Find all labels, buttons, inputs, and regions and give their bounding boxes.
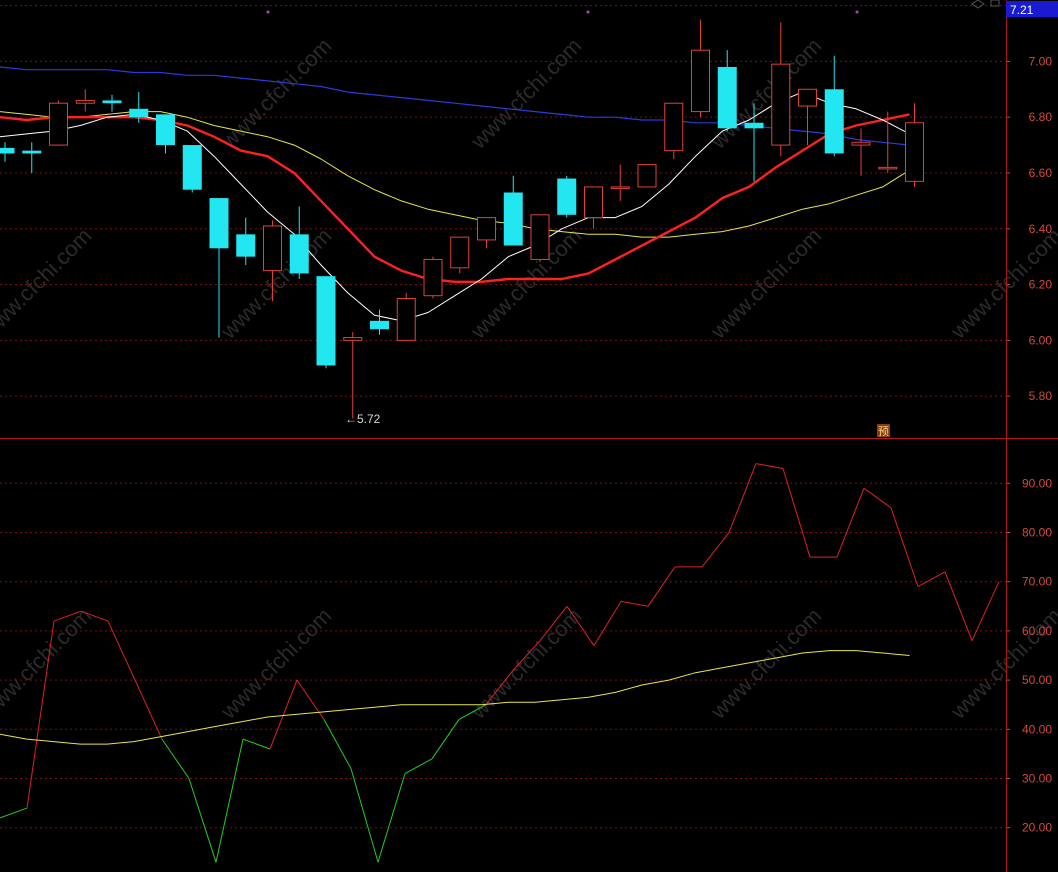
rsi-segment bbox=[620, 600, 649, 607]
rsi-segment bbox=[917, 571, 946, 588]
candle-body bbox=[102, 100, 122, 104]
candle-body bbox=[503, 192, 523, 246]
candle-body bbox=[49, 102, 68, 146]
candle-body bbox=[263, 225, 282, 272]
indicator-axis-label: 20.00 bbox=[1022, 821, 1052, 835]
candle-body bbox=[450, 236, 470, 269]
rsi-segment bbox=[0, 807, 28, 819]
rsi-segment bbox=[188, 778, 217, 863]
rsi-segment bbox=[890, 507, 919, 587]
price-axis-label: 5.80 bbox=[1029, 389, 1053, 403]
candle-body bbox=[557, 178, 577, 215]
indicator-axis-label: 80.00 bbox=[1022, 525, 1052, 539]
candle-body bbox=[182, 145, 202, 190]
candle-body bbox=[22, 150, 42, 154]
indicator-axis-label: 50.00 bbox=[1022, 673, 1052, 687]
candle-body bbox=[0, 147, 15, 154]
candle-body bbox=[771, 63, 791, 146]
candle-body bbox=[209, 198, 229, 249]
rsi-segment bbox=[755, 463, 784, 470]
candle-body bbox=[905, 122, 924, 182]
candle-body bbox=[396, 298, 416, 341]
candle-body bbox=[343, 337, 363, 341]
diamond-icon[interactable] bbox=[971, 0, 985, 9]
watermark-text: www.cfchi.com bbox=[705, 223, 826, 344]
indicator-axis-label: 30.00 bbox=[1022, 772, 1052, 786]
candle-body bbox=[637, 164, 657, 188]
rsi-segment bbox=[782, 468, 811, 558]
candle-body bbox=[584, 186, 603, 219]
price-axis-label: 6.20 bbox=[1029, 278, 1053, 292]
rsi-segment bbox=[647, 566, 676, 607]
candle-body bbox=[610, 186, 630, 189]
candle-body bbox=[878, 166, 898, 170]
indicator-axis-label: 70.00 bbox=[1022, 575, 1052, 589]
watermark-text: www.cfchi.com bbox=[215, 33, 336, 154]
rsi-segment bbox=[701, 532, 730, 568]
watermark-text: www.cfchi.com bbox=[945, 603, 1058, 724]
candle-body bbox=[851, 141, 871, 146]
rsi-segment bbox=[431, 719, 460, 760]
rsi-segment bbox=[377, 773, 406, 863]
rsi-segment bbox=[215, 739, 244, 863]
rsi-segment bbox=[836, 488, 865, 558]
rsi-segment bbox=[107, 620, 136, 681]
indicator-axis-label: 40.00 bbox=[1022, 722, 1052, 736]
candle-body bbox=[717, 66, 737, 129]
candle-body bbox=[530, 214, 550, 260]
price-tag-label: 7.21 bbox=[1010, 3, 1034, 17]
indicator-axis-label: 60.00 bbox=[1022, 624, 1052, 638]
indicator-panel bbox=[0, 463, 1000, 863]
candle-body bbox=[744, 122, 764, 129]
price-axis-label: 6.60 bbox=[1029, 166, 1053, 180]
low-annotation: ←5.72 bbox=[345, 412, 381, 426]
watermark-text: www.cfchi.com bbox=[215, 603, 336, 724]
watermark-text: www.cfchi.com bbox=[705, 603, 826, 724]
chart-canvas: www.cfchi.com www.cfchi.com www.cfchi.com w… bbox=[0, 0, 1058, 872]
price-axis-label: 6.00 bbox=[1029, 333, 1053, 347]
candlesticks bbox=[0, 19, 924, 419]
price-axis-label: 7.00 bbox=[1029, 54, 1053, 68]
rsi-segment bbox=[161, 738, 190, 779]
top-marker bbox=[266, 10, 270, 14]
price-axis: 7.207.006.806.606.406.206.005.8090.0080.… bbox=[1006, 0, 1052, 835]
candle-body bbox=[664, 102, 684, 152]
candle-body bbox=[129, 108, 149, 118]
rsi-segment bbox=[728, 463, 757, 533]
rsi-segment bbox=[944, 571, 973, 641]
rsi-segment bbox=[134, 679, 163, 740]
rsi-segment bbox=[971, 581, 1000, 641]
candle-body bbox=[289, 234, 309, 274]
stock-chart: www.cfchi.com www.cfchi.com www.cfchi.com w… bbox=[0, 0, 1058, 872]
candle-body bbox=[370, 320, 389, 330]
candle-body bbox=[316, 276, 336, 366]
price-axis-label: 6.40 bbox=[1029, 222, 1053, 236]
top-markers bbox=[266, 10, 859, 14]
top-marker bbox=[855, 10, 859, 14]
candle-body bbox=[477, 217, 496, 241]
forecast-badge-label: 预 bbox=[878, 425, 889, 438]
rsi-segment bbox=[404, 758, 433, 775]
price-axis-label: 6.80 bbox=[1029, 110, 1053, 124]
candle-body bbox=[824, 89, 844, 154]
indicator-axis-label: 90.00 bbox=[1022, 476, 1052, 490]
candle-body bbox=[798, 88, 817, 107]
top-marker bbox=[586, 10, 590, 14]
rsi-segment bbox=[863, 487, 892, 509]
candle-body bbox=[423, 258, 443, 297]
rsi-segment bbox=[242, 738, 271, 750]
candle-body bbox=[691, 49, 710, 113]
scroll-icons[interactable] bbox=[971, 0, 1000, 9]
rsi-segment bbox=[593, 601, 622, 646]
watermark-text: www.cfchi.com bbox=[465, 223, 586, 344]
candle-body bbox=[236, 234, 256, 257]
rsi-segment bbox=[350, 768, 379, 863]
candle-body bbox=[75, 99, 95, 104]
watermark-text: www.cfchi.com bbox=[465, 33, 586, 154]
watermark-text: www.cfchi.com bbox=[0, 223, 96, 344]
candle-body bbox=[156, 114, 175, 146]
rsi-segment bbox=[323, 719, 352, 769]
